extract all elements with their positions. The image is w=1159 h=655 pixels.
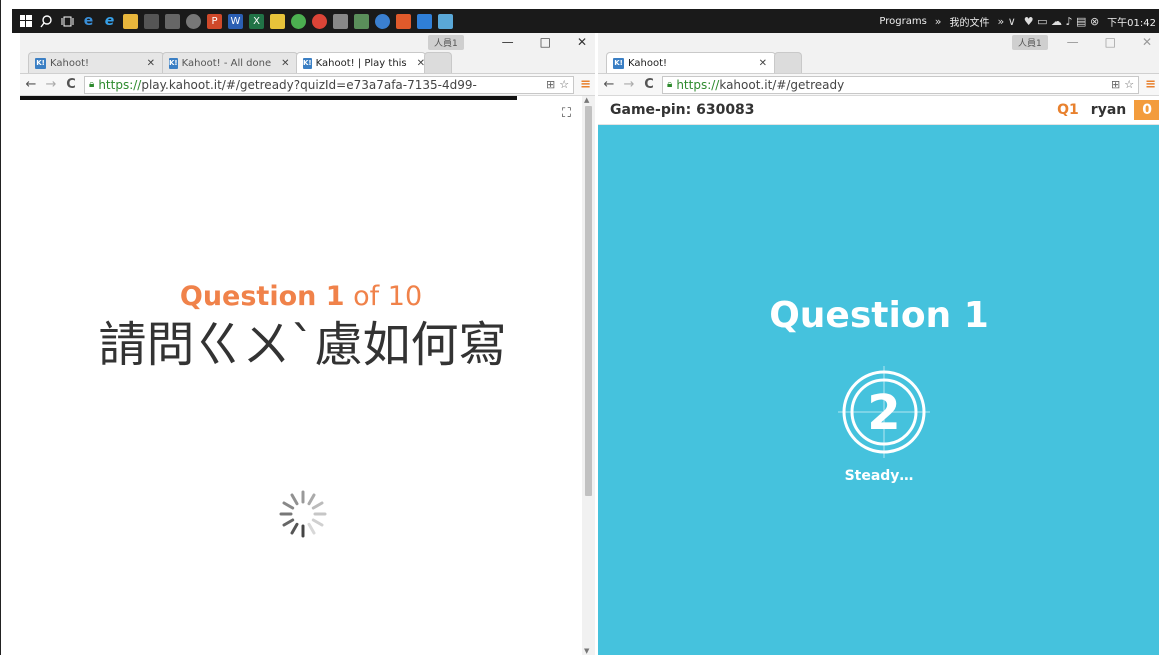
clock[interactable]: 下午01:42	[1107, 14, 1156, 29]
lock-icon: 🔒︎	[89, 79, 95, 90]
address-bar: ← → C 🔒︎ https://kahoot.it/#/getready ⊞ …	[598, 74, 1159, 96]
chrome-icon[interactable]	[291, 13, 306, 29]
tab-kahoot-play[interactable]: K! Kahoot! | Play this ✕	[296, 52, 426, 73]
profile-badge[interactable]: 人員1	[428, 35, 464, 50]
right-browser-window: 人員1 — □ ✕ K! Kahoot! ✕ ← → C 🔒︎ https://…	[598, 33, 1159, 655]
lock-icon: 🔒︎	[667, 79, 673, 90]
back-arrow-icon[interactable]: ←	[24, 77, 38, 92]
app-icon[interactable]	[270, 13, 285, 29]
kahoot-icon: K!	[169, 57, 178, 69]
translate-icon[interactable]: ⊞	[1111, 78, 1120, 91]
scroll-thumb[interactable]	[585, 106, 592, 496]
status-text: Steady…	[844, 468, 914, 484]
close-tab-icon[interactable]: ✕	[275, 58, 289, 69]
close-window-button[interactable]: ✕	[1142, 35, 1152, 49]
taskbar: e e P W X Programs » 我的文件 » ∨ ♥ ▭ ☁ ♪ ▤ …	[12, 9, 1159, 33]
chrome-icon[interactable]	[312, 13, 327, 29]
folder-toolbar[interactable]: 我的文件	[950, 14, 990, 29]
bookmark-star-icon[interactable]: ☆	[1124, 78, 1134, 91]
fullscreen-icon[interactable]: ⛶	[562, 106, 571, 121]
forward-arrow-icon[interactable]: →	[44, 77, 58, 92]
player-name: ryan	[1090, 102, 1127, 118]
app-icon[interactable]	[396, 13, 411, 29]
tab-strip: 人員1 — □ ✕ K! Kahoot! ✕ K! Kahoot! - All …	[20, 33, 595, 74]
task-view-icon[interactable]	[60, 14, 75, 29]
tab-kahoot[interactable]: K! Kahoot! ✕	[606, 52, 776, 73]
spinner-icon	[279, 490, 327, 538]
maximize-button[interactable]: □	[1105, 35, 1116, 49]
reload-icon[interactable]: C	[642, 77, 656, 92]
tab-kahoot-all-done[interactable]: K! Kahoot! - All done ✕	[162, 52, 298, 73]
stage-title: Question 1	[769, 295, 989, 336]
bookmark-star-icon[interactable]: ☆	[559, 78, 569, 91]
powerpoint-icon[interactable]: P	[207, 13, 222, 29]
kahoot-host-view: ⛶ Question 1 of 10 請問ㄍㄨˋ慮如何寫 ▲ ▼	[20, 96, 595, 655]
question-heading: Question 1 of 10	[179, 281, 423, 312]
get-ready-stage: Question 1 2 Steady…	[598, 125, 1159, 655]
tab-strip: 人員1 — □ ✕ K! Kahoot! ✕	[598, 33, 1159, 74]
countdown-number: 2	[867, 385, 900, 441]
kahoot-icon: K!	[35, 57, 46, 69]
calculator-icon[interactable]	[165, 13, 180, 29]
close-window-button[interactable]: ✕	[577, 35, 587, 49]
countdown-icon: 2	[838, 366, 930, 458]
score-badge: 0	[1134, 100, 1159, 120]
word-icon[interactable]: W	[228, 13, 243, 29]
kahoot-icon: K!	[303, 57, 312, 69]
profile-badge[interactable]: 人員1	[1012, 35, 1048, 50]
tab-kahoot[interactable]: K! Kahoot! ✕	[28, 52, 164, 73]
scroll-up-icon[interactable]: ▲	[584, 96, 589, 104]
url-field[interactable]: 🔒︎ https://kahoot.it/#/getready ⊞ ☆	[662, 75, 1140, 94]
edge-icon[interactable]: e	[81, 13, 96, 29]
app-icon[interactable]	[438, 13, 453, 29]
file-explorer-icon[interactable]	[123, 13, 138, 29]
search-icon[interactable]	[39, 14, 54, 29]
menu-icon[interactable]: ≡	[580, 77, 591, 92]
left-browser-window: 人員1 — □ ✕ K! Kahoot! ✕ K! Kahoot! - All …	[20, 33, 595, 655]
close-tab-icon[interactable]: ✕	[141, 58, 155, 69]
close-tab-icon[interactable]: ✕	[753, 58, 767, 69]
menu-icon[interactable]: ≡	[1145, 77, 1156, 92]
maximize-button[interactable]: □	[540, 35, 551, 49]
app-icon[interactable]	[333, 13, 348, 29]
app-icon[interactable]	[417, 13, 432, 29]
new-tab-button[interactable]	[424, 52, 452, 73]
photos-icon[interactable]	[186, 13, 201, 29]
ie-icon[interactable]: e	[102, 13, 117, 29]
app-icon[interactable]	[354, 13, 369, 29]
forward-arrow-icon[interactable]: →	[622, 77, 636, 92]
new-tab-button[interactable]	[774, 52, 802, 73]
address-bar: ← → C 🔒︎ https://play.kahoot.it/#/getrea…	[20, 74, 595, 96]
back-arrow-icon[interactable]: ←	[602, 77, 616, 92]
url-field[interactable]: 🔒︎ https://play.kahoot.it/#/getready?qui…	[84, 75, 575, 94]
question-indicator: Q1	[1057, 102, 1079, 118]
desktop: e e P W X Programs » 我的文件 » ∨ ♥ ▭ ☁ ♪ ▤ …	[0, 0, 1159, 655]
scrollbar[interactable]: ▲ ▼	[582, 96, 595, 655]
translate-icon[interactable]: ⊞	[546, 78, 555, 91]
game-pin: Game-pin: 630083	[610, 102, 755, 118]
scroll-down-icon[interactable]: ▼	[584, 647, 589, 655]
minimize-button[interactable]: —	[1067, 35, 1079, 49]
progress-bar	[20, 96, 517, 100]
close-tab-icon[interactable]: ✕	[411, 58, 425, 69]
tray-icons[interactable]: ♥ ▭ ☁ ♪ ▤ ⊗	[1024, 15, 1099, 28]
player-status-bar: Game-pin: 630083 Q1 ryan 0	[598, 96, 1159, 125]
app-icon[interactable]	[375, 13, 390, 29]
excel-icon[interactable]: X	[249, 13, 264, 29]
reload-icon[interactable]: C	[64, 77, 78, 92]
windows-logo-icon[interactable]	[18, 14, 33, 29]
store-icon[interactable]	[144, 13, 159, 29]
programs-toolbar[interactable]: Programs	[879, 16, 926, 27]
question-text: 請問ㄍㄨˋ慮如何寫	[98, 317, 507, 373]
kahoot-icon: K!	[613, 57, 624, 69]
minimize-button[interactable]: —	[502, 35, 514, 49]
